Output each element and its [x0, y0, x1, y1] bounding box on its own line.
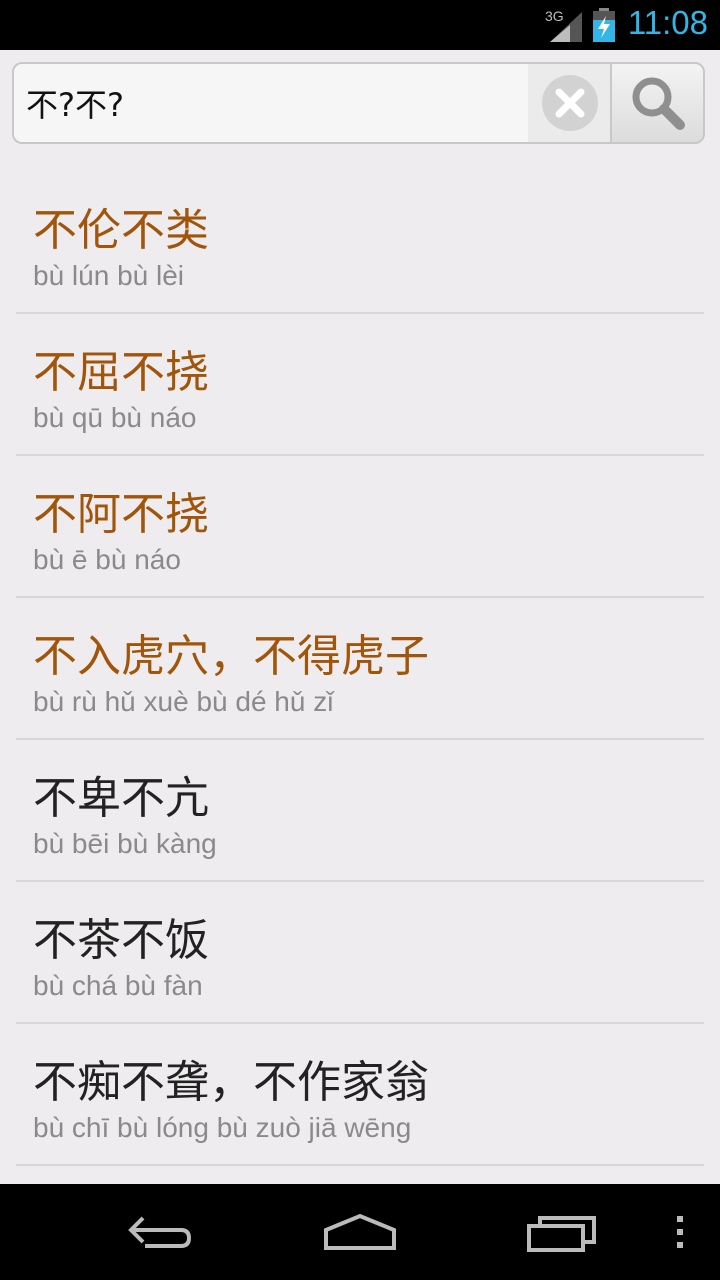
- item-pinyin: bù lún bù lèi: [33, 260, 185, 291]
- item-pinyin: bù qū bù náo: [33, 402, 197, 433]
- list-item[interactable]: 不茶不饭 bù chá bù fàn: [16, 882, 704, 1024]
- clear-icon: [542, 75, 598, 131]
- signal-icon: [550, 12, 582, 42]
- list-item[interactable]: 不卑不亢 bù bēi bù kàng: [16, 740, 704, 882]
- item-pinyin: bù ē bù náo: [33, 544, 181, 575]
- list-item[interactable]: 不阿不挠 bù ē bù náo: [16, 456, 704, 598]
- back-button[interactable]: [110, 1184, 210, 1280]
- status-bar: 3G 11:08: [0, 0, 720, 50]
- item-title: 不伦不类: [33, 205, 209, 256]
- clock: 11:08: [627, 4, 708, 41]
- list-item[interactable]: 不屈不挠 bù qū bù náo: [16, 314, 704, 456]
- search-box: [12, 62, 612, 144]
- item-title: 不痴不聋，不作家翁: [33, 1057, 429, 1108]
- overflow-menu-button[interactable]: [660, 1184, 700, 1280]
- search-input[interactable]: [14, 64, 526, 142]
- item-pinyin: bù chī bù lóng bù zuò jiā wēng: [33, 1112, 412, 1143]
- back-icon: [128, 1216, 192, 1248]
- item-title: 不卑不亢: [33, 773, 209, 824]
- home-button[interactable]: [310, 1184, 410, 1280]
- item-title: 不入虎穴，不得虎子: [33, 631, 429, 682]
- item-title: 不屈不挠: [33, 347, 209, 398]
- result-list: 不伦不类 bù lún bù lèi 不屈不挠 bù qū bù náo 不阿不…: [16, 172, 704, 1166]
- home-icon: [324, 1213, 396, 1250]
- item-title: 不茶不饭: [33, 915, 209, 966]
- list-item[interactable]: 不入虎穴，不得虎子 bù rù hǔ xuè bù dé hǔ zǐ: [16, 598, 704, 740]
- overflow-menu-icon: [677, 1216, 683, 1248]
- battery-charging-icon: [593, 8, 615, 42]
- item-pinyin: bù rù hǔ xuè bù dé hǔ zǐ: [33, 686, 334, 717]
- list-item[interactable]: 不伦不类 bù lún bù lèi: [16, 172, 704, 314]
- item-pinyin: bù bēi bù kàng: [33, 828, 217, 859]
- search-button[interactable]: [610, 62, 705, 144]
- item-pinyin: bù chá bù fàn: [33, 970, 203, 1001]
- search-icon: [632, 77, 685, 130]
- recents-icon: [527, 1216, 596, 1252]
- item-title: 不阿不挠: [33, 489, 209, 540]
- navigation-bar: [0, 1184, 720, 1280]
- recents-button[interactable]: [512, 1184, 612, 1280]
- list-item[interactable]: 不痴不聋，不作家翁 bù chī bù lóng bù zuò jiā wēng: [16, 1024, 704, 1166]
- clear-button[interactable]: [528, 64, 612, 142]
